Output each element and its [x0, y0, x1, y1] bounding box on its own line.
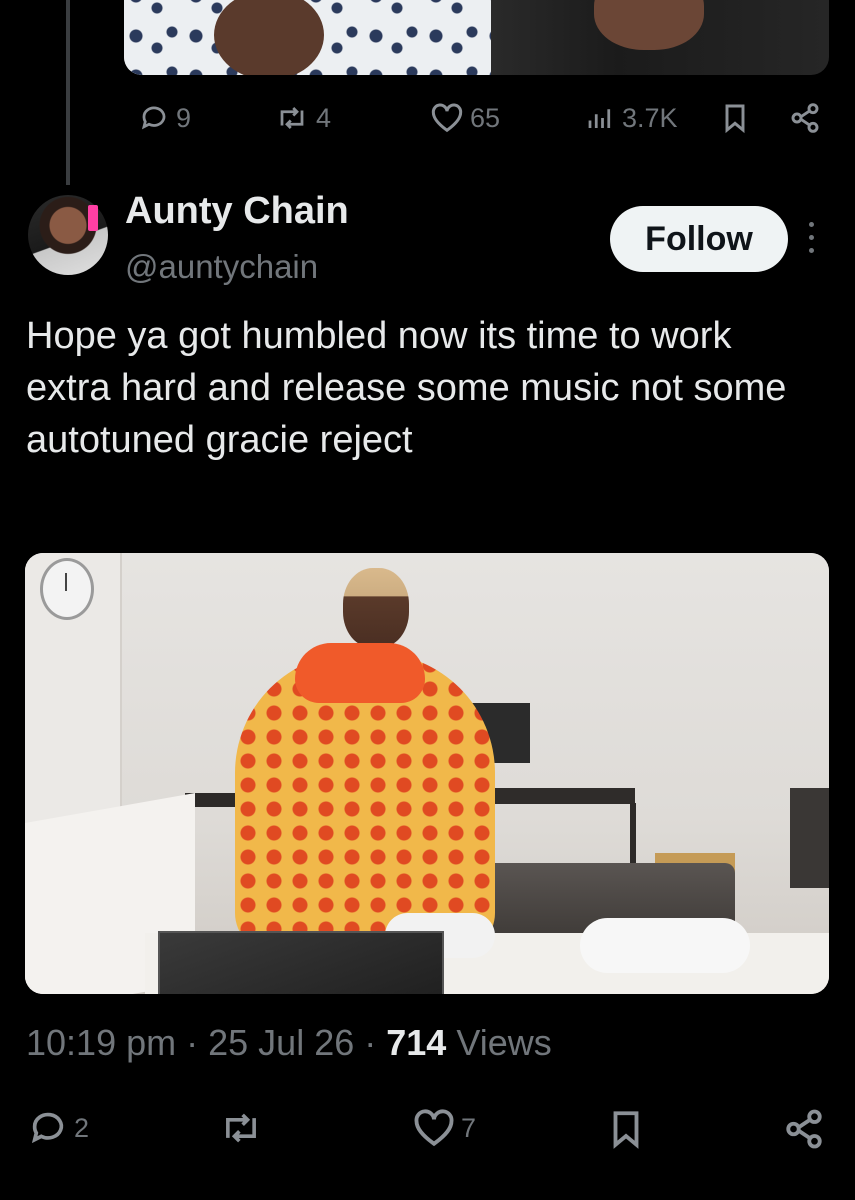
retweet-count: 4 — [316, 102, 332, 133]
media-detail — [214, 0, 324, 75]
tweet-actions: 2 7 — [28, 1108, 828, 1158]
views-button[interactable]: 3.7K — [584, 103, 678, 134]
like-count: 65 — [470, 102, 501, 133]
share-button[interactable] — [788, 102, 822, 134]
clock-image — [40, 558, 94, 620]
media-scene — [790, 788, 829, 888]
share-icon — [786, 1109, 822, 1149]
tweet-media[interactable] — [25, 553, 829, 994]
views-label: Views — [456, 1022, 552, 1063]
meta-separator: · — [186, 1022, 209, 1063]
author-display-name[interactable]: Aunty Chain — [125, 190, 349, 233]
views-count: 3.7K — [622, 102, 678, 133]
reply-button[interactable]: 2 — [28, 1108, 89, 1148]
share-button[interactable] — [783, 1108, 825, 1150]
reply-count: 9 — [176, 102, 192, 133]
tweet-time[interactable]: 10:19 pm — [26, 1022, 176, 1063]
retweet-button[interactable]: 4 — [274, 103, 331, 134]
retweet-button[interactable] — [218, 1108, 270, 1148]
media-scene — [158, 931, 444, 994]
follow-button[interactable]: Follow — [610, 206, 788, 272]
media-detail — [594, 0, 704, 50]
media-scene — [580, 918, 750, 973]
previous-tweet-actions: 9 4 65 3.7K — [138, 98, 828, 138]
views-icon — [588, 109, 611, 128]
more-icon[interactable] — [808, 222, 816, 258]
bookmark-button[interactable] — [608, 1108, 644, 1150]
author-handle[interactable]: @auntychain — [125, 248, 318, 286]
reply-count: 2 — [74, 1112, 90, 1143]
retweet-icon — [226, 1113, 256, 1143]
bookmark-button[interactable] — [720, 102, 750, 134]
bookmark-icon — [725, 104, 745, 134]
reply-icon — [31, 1112, 64, 1144]
views-number: 714 — [386, 1022, 447, 1063]
previous-tweet-media[interactable] — [124, 0, 829, 75]
meta-separator: · — [364, 1022, 387, 1063]
thread-line — [66, 0, 70, 185]
tweet-meta: 10:19 pm · 25 Jul 26 · 714 Views — [26, 1022, 552, 1064]
reply-icon — [141, 106, 166, 130]
like-icon — [431, 103, 463, 133]
tweet-date[interactable]: 25 Jul 26 — [208, 1022, 354, 1063]
like-button[interactable]: 65 — [430, 103, 500, 134]
share-icon — [791, 103, 819, 133]
like-count: 7 — [461, 1112, 477, 1143]
avatar-decoration — [88, 205, 98, 231]
like-button[interactable]: 7 — [413, 1108, 476, 1148]
like-icon — [414, 1109, 454, 1147]
tweet-text: Hope ya got humbled now its time to work… — [26, 315, 787, 461]
bookmark-icon — [613, 1111, 639, 1149]
reply-button[interactable]: 9 — [138, 103, 191, 134]
person-in-media — [235, 568, 495, 953]
retweet-icon — [280, 107, 304, 129]
